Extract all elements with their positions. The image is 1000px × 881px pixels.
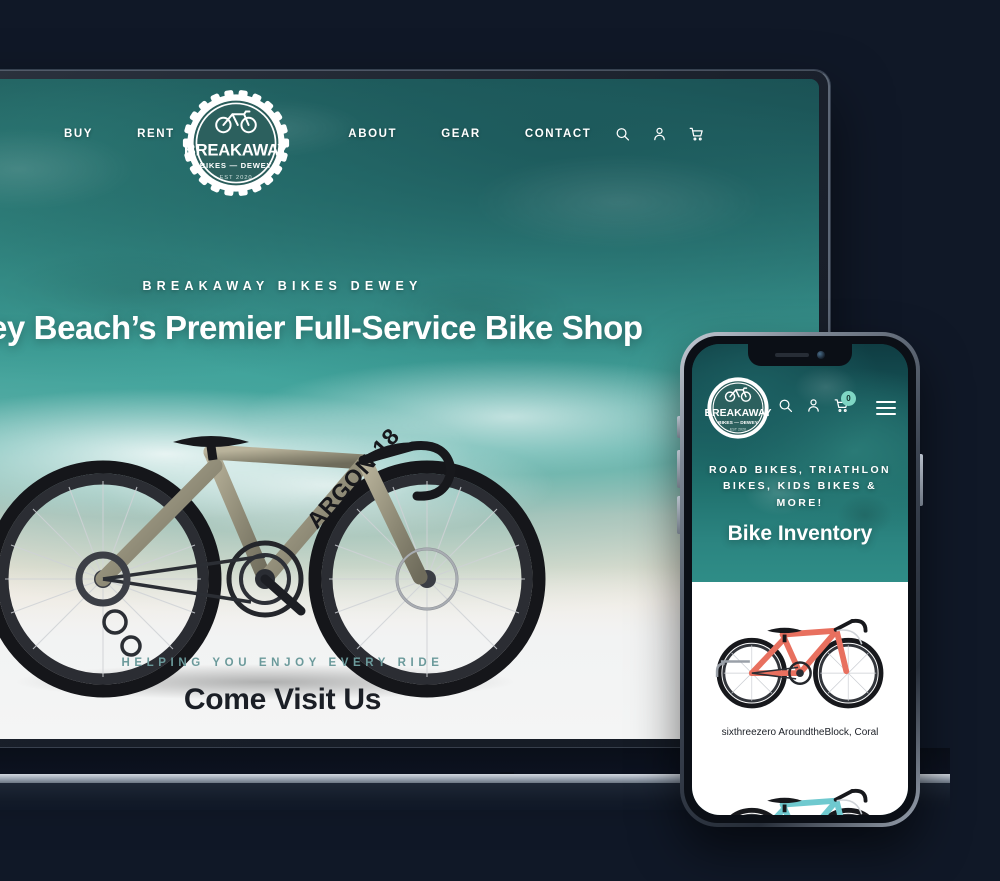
logo-subtext: BIKES — DEWEY bbox=[200, 161, 273, 170]
product-image-teal bbox=[692, 752, 908, 815]
phone-logo-est: EST 2020 bbox=[730, 428, 746, 432]
phone-mute-switch[interactable] bbox=[677, 416, 680, 438]
visit-title: Come Visit Us bbox=[183, 683, 382, 716]
phone-volume-down-button[interactable] bbox=[677, 496, 680, 534]
search-icon[interactable] bbox=[778, 398, 793, 418]
nav-links-right: ABOUT GEAR CONTACT bbox=[348, 128, 591, 140]
product-image-coral bbox=[692, 582, 908, 717]
list-item[interactable] bbox=[692, 752, 908, 815]
cart-icon[interactable]: 0 bbox=[834, 391, 856, 418]
phone-brand-logo[interactable]: BREAKAWAY BIKES — DEWEY EST 2020 bbox=[704, 374, 772, 442]
phone-power-button[interactable] bbox=[920, 454, 923, 506]
phone-inner-bezel: BREAKAWAY BIKES — DEWEY EST 2020 0 ROAD … bbox=[684, 336, 916, 823]
hero-title: Dewey Beach’s Premier Full-Service Bike … bbox=[0, 309, 643, 346]
desktop-navbar: BUY RENT SERVICE ABOUT GEAR CONTACT bbox=[0, 79, 819, 189]
bike-inventory-list[interactable]: sixthreezero AroundtheBlock, Coral bbox=[692, 582, 908, 815]
crankset bbox=[226, 540, 306, 618]
visit-section: HELPING YOU ENJOY EVERY RIDE Come Visit … bbox=[0, 657, 655, 717]
nav-link-about[interactable]: ABOUT bbox=[348, 128, 397, 140]
logo-wordmark: BREAKAWAY bbox=[184, 141, 288, 160]
product-name: sixthreezero AroundtheBlock, Coral bbox=[721, 727, 879, 738]
phone-icon-group: 0 bbox=[778, 391, 856, 418]
account-icon[interactable] bbox=[806, 398, 821, 418]
nav-icon-group bbox=[615, 127, 704, 142]
phone-logo-wordmark: BREAKAWAY bbox=[704, 408, 771, 419]
phone-tagline: ROAD BIKES, TRIATHLON BIKES, KIDS BIKES … bbox=[708, 464, 892, 509]
phone-navbar: BREAKAWAY BIKES — DEWEY EST 2020 0 bbox=[692, 374, 908, 442]
visit-eyebrow: HELPING YOU ENJOY EVERY RIDE bbox=[121, 657, 444, 669]
hamburger-menu-icon[interactable] bbox=[876, 401, 896, 415]
phone-notch bbox=[748, 344, 852, 366]
list-item[interactable]: sixthreezero AroundtheBlock, Coral bbox=[692, 582, 908, 752]
nav-link-gear[interactable]: GEAR bbox=[441, 128, 481, 140]
earpiece-speaker bbox=[775, 353, 809, 357]
cart-icon[interactable] bbox=[689, 127, 704, 142]
cart-count-badge: 0 bbox=[841, 391, 856, 406]
phone-screen: BREAKAWAY BIKES — DEWEY EST 2020 0 ROAD … bbox=[692, 344, 908, 815]
nav-link-rent[interactable]: RENT bbox=[137, 128, 175, 140]
nav-link-contact[interactable]: CONTACT bbox=[525, 128, 592, 140]
hero-eyebrow: BREAKAWAY BIKES DEWEY bbox=[142, 279, 423, 293]
phone-logo-subtext: BIKES — DEWEY bbox=[718, 420, 759, 426]
phone-section-title: Bike Inventory bbox=[727, 522, 873, 545]
search-icon[interactable] bbox=[615, 127, 630, 142]
phone-volume-up-button[interactable] bbox=[677, 450, 680, 488]
front-camera-icon bbox=[817, 351, 825, 359]
account-icon[interactable] bbox=[652, 127, 667, 142]
logo-est: EST 2020 bbox=[219, 175, 252, 181]
hero-copy: BREAKAWAY BIKES DEWEY Dewey Beach’s Prem… bbox=[0, 279, 655, 347]
phone-mockup: BREAKAWAY BIKES — DEWEY EST 2020 0 ROAD … bbox=[677, 332, 923, 827]
nav-link-buy[interactable]: BUY bbox=[64, 128, 93, 140]
brand-logo[interactable]: BREAKAWAY BIKES — DEWEY EST 2020 bbox=[182, 89, 290, 197]
